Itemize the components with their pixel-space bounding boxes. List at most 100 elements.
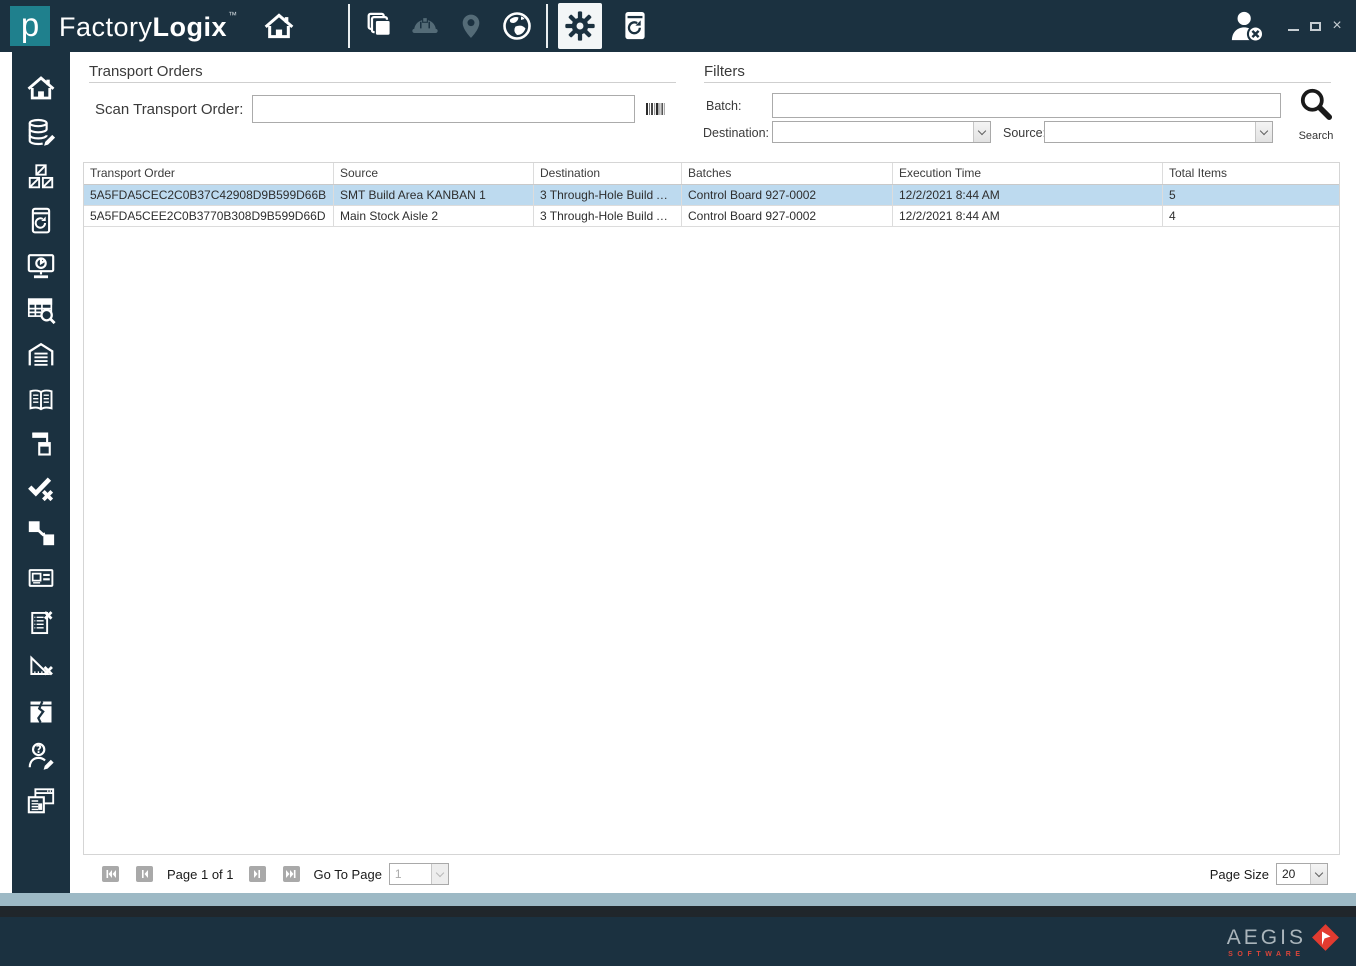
- destination-value: [773, 122, 973, 142]
- page-size-label: Page Size: [1209, 866, 1269, 882]
- transport-orders-divider: [89, 82, 676, 83]
- user-logged-out-icon[interactable]: [1224, 0, 1270, 52]
- sidebar-dashboard-monitor-icon[interactable]: [25, 250, 57, 281]
- chevron-down-icon: [1259, 126, 1269, 135]
- location-pin-icon[interactable]: [448, 0, 494, 52]
- home-icon: [264, 13, 293, 39]
- cell-execution-time: 12/2/2021 8:44 AM: [893, 185, 1163, 205]
- sidebar-measure-remove-icon[interactable]: [25, 652, 57, 683]
- next-page-button[interactable]: [248, 866, 266, 882]
- batch-input[interactable]: [772, 93, 1281, 118]
- sidebar-copy-pages-icon[interactable]: [25, 429, 57, 460]
- source-dropdown-button[interactable]: [1255, 122, 1272, 142]
- sidebar-forms-window-icon[interactable]: [25, 786, 57, 817]
- titlebar: p FactoryLogix™ ×: [0, 0, 1356, 52]
- goto-page-combobox[interactable]: 1: [388, 863, 449, 885]
- sidebar-checklist-remove-icon[interactable]: [25, 607, 57, 638]
- minimize-icon: [1287, 29, 1299, 31]
- search-icon: [1300, 88, 1333, 120]
- destination-combobox[interactable]: [772, 121, 991, 143]
- settings-gear-icon[interactable]: [557, 3, 602, 49]
- toolbar-divider: [347, 4, 350, 48]
- globe-icon[interactable]: [494, 0, 540, 52]
- previous-page-button[interactable]: [136, 866, 153, 882]
- pager: Page 1 of 1 Go To Page 1 Page Size 20: [83, 855, 1340, 893]
- sidebar-home-icon[interactable]: [25, 72, 57, 103]
- cell-total-items: 5: [1169, 188, 1176, 202]
- maximize-icon: [1309, 21, 1321, 31]
- search-button[interactable]: Search: [1292, 86, 1340, 142]
- footer-top-strip: [0, 906, 1356, 917]
- cell-source: SMT Build Area KANBAN 1: [334, 185, 534, 205]
- sidebar-book-icon[interactable]: [25, 384, 57, 415]
- toolbar-divider: [545, 4, 548, 48]
- app-logo-icon: p: [10, 6, 50, 46]
- aegis-subtitle-text: SOFTWARE: [1228, 951, 1305, 958]
- last-page-icon: [286, 870, 296, 878]
- sidebar-id-card-icon[interactable]: [25, 563, 57, 594]
- device-sync-icon[interactable]: [612, 0, 658, 52]
- filters-divider: [704, 82, 1331, 83]
- scan-transport-order-input[interactable]: [252, 95, 635, 123]
- last-page-button[interactable]: [282, 866, 300, 882]
- cell-batches: Control Board 927-0002: [682, 206, 893, 226]
- search-button-label: Search: [1298, 130, 1334, 142]
- sidebar-damaged-box-icon[interactable]: [25, 696, 57, 727]
- documents-copy-icon[interactable]: [356, 0, 402, 52]
- transport-orders-title: Transport Orders: [89, 63, 203, 80]
- column-header-destination[interactable]: Destination: [534, 163, 682, 184]
- app-title: FactoryLogix™: [59, 9, 238, 42]
- close-button[interactable]: ×: [1326, 11, 1348, 41]
- first-page-button[interactable]: [102, 866, 119, 882]
- barcode-icon: [646, 103, 665, 115]
- svg-text:?: ?: [36, 745, 42, 757]
- aegis-diamond-icon: [1312, 924, 1339, 951]
- sidebar-warehouse-icon[interactable]: [25, 340, 57, 371]
- column-header-execution-time[interactable]: Execution Time: [893, 163, 1163, 184]
- chevron-down-icon: [977, 126, 987, 135]
- destination-label: Destination:: [703, 126, 770, 140]
- cell-batches: Control Board 927-0002: [682, 185, 893, 205]
- sidebar-device-sync-icon[interactable]: [25, 206, 57, 237]
- horizontal-scrollbar[interactable]: [0, 893, 1356, 906]
- goto-page-dropdown-button[interactable]: [430, 864, 448, 884]
- cell-transport-order: 5A5FDA5CEE2C0B3770B308D9B599D66D: [84, 206, 334, 226]
- sidebar-transfer-box-icon[interactable]: [25, 518, 57, 549]
- aegis-logo: AEGIS SOFTWARE: [1227, 922, 1342, 958]
- page-size-dropdown-button[interactable]: [1310, 864, 1327, 884]
- sidebar: ?: [12, 52, 70, 893]
- cell-destination: 3 Through-Hole Build Ar...: [534, 185, 682, 205]
- column-header-transport-order[interactable]: Transport Order: [84, 163, 334, 184]
- column-header-batches[interactable]: Batches: [682, 163, 893, 184]
- first-page-icon: [106, 870, 116, 878]
- maximize-button[interactable]: [1304, 11, 1326, 41]
- chevron-down-icon: [1314, 868, 1324, 877]
- goto-page-label: Go To Page: [313, 866, 382, 882]
- minimize-button[interactable]: [1282, 11, 1304, 41]
- destination-dropdown-button[interactable]: [973, 122, 990, 142]
- sidebar-material-blocks-icon[interactable]: [25, 161, 57, 192]
- cell-execution-time: 12/2/2021 8:44 AM: [893, 206, 1163, 226]
- scan-transport-order-label: Scan Transport Order:: [95, 101, 244, 118]
- close-icon: ×: [1332, 17, 1342, 34]
- goto-page-value: 1: [394, 867, 402, 881]
- page-size-combobox[interactable]: 20: [1276, 863, 1328, 885]
- batch-label: Batch:: [706, 99, 742, 113]
- sidebar-operator-question-icon[interactable]: ?: [25, 741, 57, 772]
- hardhat-icon[interactable]: [402, 0, 448, 52]
- cell-destination: 3 Through-Hole Build Ar...: [534, 206, 682, 226]
- table-row[interactable]: 5A5FDA5CEC2C0B37C42908D9B599D66B SMT Bui…: [84, 185, 1339, 206]
- sidebar-verify-check-icon[interactable]: [25, 473, 57, 504]
- home-icon[interactable]: [256, 0, 302, 52]
- next-page-icon: [254, 870, 260, 878]
- column-header-total-items[interactable]: Total Items: [1163, 163, 1339, 184]
- sidebar-database-edit-icon[interactable]: [25, 117, 57, 148]
- cell-total-items: 4: [1169, 209, 1176, 223]
- sidebar-table-search-icon[interactable]: [25, 295, 57, 326]
- table-row[interactable]: 5A5FDA5CEE2C0B3770B308D9B599D66D Main St…: [84, 206, 1339, 227]
- column-header-source[interactable]: Source: [334, 163, 534, 184]
- footer: AEGIS SOFTWARE: [0, 917, 1356, 966]
- page-indicator: Page 1 of 1: [167, 866, 234, 882]
- source-combobox[interactable]: [1044, 121, 1273, 143]
- transport-orders-table: Transport Order Source Destination Batch…: [83, 162, 1340, 855]
